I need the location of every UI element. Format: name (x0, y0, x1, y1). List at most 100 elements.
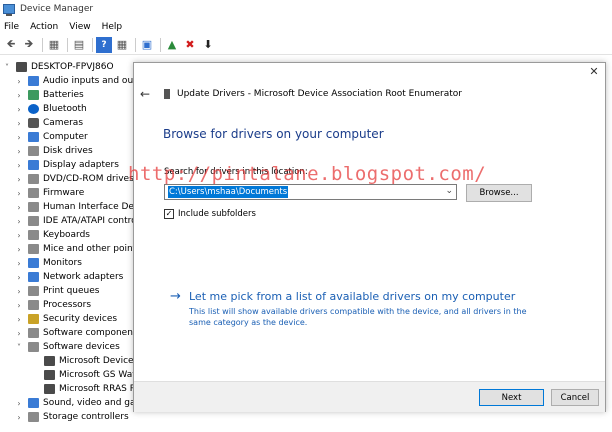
tree-item-label[interactable]: Firmware (43, 188, 84, 198)
tree-item[interactable]: › Display adapters (14, 158, 119, 172)
tree-item[interactable]: › Software component (14, 326, 134, 340)
tree-item-label[interactable]: Computer (43, 132, 88, 142)
next-button[interactable]: Next (479, 389, 544, 406)
tree-item-label[interactable]: Storage controllers (43, 412, 129, 422)
chevron-right-icon[interactable]: › (14, 133, 24, 142)
tree-item-label[interactable]: Cameras (43, 118, 83, 128)
chevron-right-icon[interactable]: › (14, 315, 24, 324)
tree-child-item[interactable]: Microsoft GS Wav (30, 368, 134, 382)
tree-item[interactable]: › Security devices (14, 312, 117, 326)
chevron-right-icon[interactable]: › (14, 77, 24, 86)
include-subfolders-checkbox[interactable]: ✓ (164, 209, 174, 219)
search-path-combobox[interactable]: C:\Users\mshaa\Documents ⌄ (164, 184, 457, 200)
back-arrow-icon[interactable]: ← (140, 87, 150, 101)
chevron-right-icon[interactable]: › (14, 301, 24, 310)
tree-item-label[interactable]: Software devices (43, 342, 120, 352)
tree-item[interactable]: › Network adapters (14, 270, 123, 284)
tree-item-label[interactable]: Network adapters (43, 272, 123, 282)
cancel-button[interactable]: Cancel (551, 389, 599, 406)
menu-help[interactable]: Help (102, 22, 123, 32)
tree-item-label[interactable]: Software component (43, 328, 134, 338)
scan-icon[interactable]: ▤ (71, 37, 87, 53)
tree-item[interactable]: › Disk drives (14, 144, 93, 158)
tree-item-label[interactable]: Processors (43, 300, 91, 310)
back-arrow-icon[interactable]: 🡸 (3, 37, 19, 53)
chevron-right-icon[interactable]: › (14, 147, 24, 156)
chevron-right-icon[interactable]: › (14, 203, 24, 212)
tree-item[interactable]: › DVD/CD-ROM drives (14, 172, 134, 186)
tree-item-label[interactable]: Security devices (43, 314, 117, 324)
menu-view[interactable]: View (69, 22, 90, 32)
tree-item-label[interactable]: Monitors (43, 258, 82, 268)
search-path-value[interactable]: C:\Users\mshaa\Documents (168, 186, 289, 198)
tree-item-label[interactable]: IDE ATA/ATAPI contro (43, 216, 134, 226)
chevron-right-icon[interactable]: › (14, 161, 24, 170)
tree-item-label[interactable]: Mice and other point (43, 244, 134, 254)
tree-item-label[interactable]: Keyboards (43, 230, 90, 240)
chevron-right-icon[interactable]: › (14, 399, 24, 408)
tree-item-label[interactable]: Audio inputs and out (43, 76, 134, 86)
menu-action[interactable]: Action (30, 22, 58, 32)
help-icon[interactable]: ? (96, 36, 112, 53)
tree-item-label[interactable]: Microsoft Device (59, 356, 134, 366)
chevron-right-icon[interactable]: › (14, 273, 24, 282)
chevron-down-icon[interactable]: ˅ (14, 343, 24, 352)
pick-driver-link-title[interactable]: Let me pick from a list of available dri… (189, 290, 515, 303)
chevron-right-icon[interactable]: › (14, 105, 24, 114)
tree-item[interactable]: › Batteries (14, 88, 84, 102)
properties-icon[interactable]: ▦ (46, 37, 62, 53)
tree-item-label[interactable]: DVD/CD-ROM drives (43, 174, 134, 184)
tree-item[interactable]: › Print queues (14, 284, 99, 298)
chevron-right-icon[interactable]: › (14, 231, 24, 240)
tree-item-label[interactable]: DESKTOP-FPVJ86O (31, 62, 114, 72)
tree-item[interactable]: › Keyboards (14, 228, 90, 242)
tree-item-label[interactable]: Human Interface Dev (43, 202, 134, 212)
include-subfolders-row[interactable]: ✓ Include subfolders (164, 209, 256, 219)
tree-item[interactable]: › IDE ATA/ATAPI contro (14, 214, 134, 228)
tree-root-computer[interactable]: ˅ DESKTOP-FPVJ86O (2, 60, 114, 74)
tree-item-label[interactable]: Bluetooth (43, 104, 87, 114)
chevron-right-icon[interactable]: › (14, 287, 24, 296)
tree-item[interactable]: ˅ Software devices (14, 340, 120, 354)
chevron-right-icon[interactable]: › (14, 119, 24, 128)
download-icon[interactable]: ⬇ (200, 37, 216, 53)
include-subfolders-label[interactable]: Include subfolders (178, 209, 256, 219)
tree-item-label[interactable]: Display adapters (43, 160, 119, 170)
chevron-right-icon[interactable]: › (14, 189, 24, 198)
tree-item-label[interactable]: Microsoft GS Wav (59, 370, 134, 380)
update-driver-icon[interactable]: ▲ (164, 37, 180, 53)
tree-child-item[interactable]: Microsoft RRAS R (30, 382, 134, 396)
chevron-down-icon[interactable]: ⌄ (445, 186, 453, 196)
uninstall-x-icon[interactable]: ✖ (182, 37, 198, 53)
chevron-right-icon[interactable]: › (14, 217, 24, 226)
tree-item[interactable]: › Storage controllers (14, 410, 129, 424)
details-icon[interactable]: ▦ (114, 37, 130, 53)
chevron-right-icon[interactable]: › (14, 245, 24, 254)
tree-item[interactable]: › Audio inputs and out (14, 74, 134, 88)
tree-item[interactable]: › Human Interface Dev (14, 200, 134, 214)
monitor-icon[interactable]: ▣ (139, 37, 155, 53)
chevron-right-icon[interactable]: › (14, 413, 24, 422)
tree-item-label[interactable]: Sound, video and gar (43, 398, 134, 408)
tree-item[interactable]: › Sound, video and gar (14, 396, 134, 410)
tree-item[interactable]: › Cameras (14, 116, 83, 130)
tree-item[interactable]: › Bluetooth (14, 102, 87, 116)
tree-item-label[interactable]: Print queues (43, 286, 99, 296)
chevron-down-icon[interactable]: ˅ (2, 63, 12, 72)
tree-item[interactable]: › Monitors (14, 256, 82, 270)
close-icon[interactable]: ✕ (588, 66, 600, 78)
arrow-right-icon[interactable]: → (170, 289, 181, 304)
chevron-right-icon[interactable]: › (14, 175, 24, 184)
forward-arrow-icon[interactable]: 🡺 (21, 37, 37, 53)
browse-button[interactable]: Browse... (466, 184, 532, 202)
tree-item-label[interactable]: Batteries (43, 90, 84, 100)
tree-item-label[interactable]: Disk drives (43, 146, 93, 156)
tree-child-item[interactable]: Microsoft Device (30, 354, 134, 368)
chevron-right-icon[interactable]: › (14, 259, 24, 268)
tree-item[interactable]: › Mice and other point (14, 242, 134, 256)
tree-item[interactable]: › Firmware (14, 186, 84, 200)
tree-item-label[interactable]: Microsoft RRAS R (59, 384, 134, 394)
chevron-right-icon[interactable]: › (14, 329, 24, 338)
tree-item[interactable]: › Processors (14, 298, 91, 312)
tree-item[interactable]: › Computer (14, 130, 88, 144)
